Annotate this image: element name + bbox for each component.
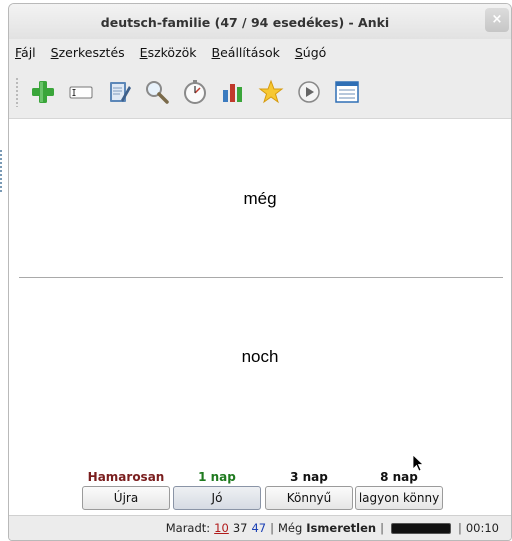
count-new: 10 bbox=[214, 521, 229, 535]
menu-edit[interactable]: Szerkesztés bbox=[51, 45, 125, 60]
card-view: még noch Hamarosan Újra 1 nap Jó 3 nap K… bbox=[9, 120, 511, 517]
easy-button[interactable]: Könnyű bbox=[265, 486, 353, 510]
answer-buttons: Hamarosan Újra 1 nap Jó 3 nap Könnyű 8 n… bbox=[79, 469, 479, 510]
play-icon bbox=[298, 80, 320, 103]
interval-easy: 3 nap bbox=[290, 470, 328, 484]
answer-good: 1 nap Jó bbox=[170, 469, 264, 510]
interval-very-easy: 8 nap bbox=[380, 470, 418, 484]
edit-current-button[interactable] bbox=[65, 76, 97, 108]
menu-help[interactable]: Súgó bbox=[295, 45, 326, 60]
card-list-icon bbox=[335, 80, 359, 103]
card-type: Ismeretlen bbox=[306, 521, 377, 535]
anki-window: deutsch-familie (47 / 94 esedékes) - Ank… bbox=[8, 3, 512, 541]
status-content: Maradt: 10 37 47 | Még Ismeretlen | | 00… bbox=[166, 521, 499, 535]
status-separator: | bbox=[457, 521, 462, 535]
timer-icon bbox=[184, 79, 206, 104]
add-button[interactable] bbox=[27, 76, 59, 108]
again-button[interactable]: Újra bbox=[82, 486, 170, 510]
menu-tools[interactable]: Eszközök bbox=[140, 45, 197, 60]
title-bar[interactable]: deutsch-familie (47 / 94 esedékes) - Ank… bbox=[9, 4, 511, 39]
answer-again: Hamarosan Újra bbox=[79, 469, 173, 510]
window-edge-decoration bbox=[0, 150, 3, 192]
menu-settings[interactable]: Beállítások bbox=[212, 45, 280, 60]
toolbar bbox=[9, 65, 511, 119]
answer-divider bbox=[19, 277, 503, 278]
card-front: még bbox=[243, 189, 277, 208]
close-button[interactable]: × bbox=[485, 8, 509, 32]
notepad-icon bbox=[110, 81, 131, 102]
search-icon bbox=[146, 80, 169, 104]
notes-button[interactable] bbox=[103, 76, 135, 108]
browse-button[interactable] bbox=[331, 76, 363, 108]
statistics-button[interactable] bbox=[217, 76, 249, 108]
answer-easy: 3 nap Könnyű bbox=[262, 469, 356, 510]
status-separator: | bbox=[380, 521, 384, 535]
timer-button[interactable] bbox=[179, 76, 211, 108]
replay-button[interactable] bbox=[293, 76, 325, 108]
answer-very-easy: 8 nap lagyon könny bbox=[352, 469, 446, 510]
very-easy-button[interactable]: lagyon könny bbox=[355, 486, 443, 510]
stats-icon bbox=[223, 83, 242, 102]
remaining-label: Maradt: bbox=[165, 521, 211, 535]
card-type-prefix: Még bbox=[277, 521, 303, 535]
progress-bar bbox=[390, 522, 451, 534]
count-learning: 37 bbox=[232, 521, 248, 535]
window-title: deutsch-familie (47 / 94 esedékes) - Ank… bbox=[100, 15, 390, 30]
elapsed-time: 00:10 bbox=[465, 521, 499, 535]
add-icon bbox=[32, 80, 54, 103]
toolbar-grip[interactable] bbox=[15, 76, 19, 107]
mark-button[interactable] bbox=[255, 76, 287, 108]
card-back: noch bbox=[241, 347, 279, 366]
menu-bar: Fájl Szerkesztés Eszközök Beállítások Sú… bbox=[9, 39, 511, 65]
count-review: 47 bbox=[251, 521, 267, 535]
menu-file[interactable]: Fájl bbox=[15, 45, 36, 60]
status-separator: | bbox=[270, 521, 274, 535]
good-button[interactable]: Jó bbox=[173, 486, 261, 510]
search-button[interactable] bbox=[141, 76, 173, 108]
edit-field-icon bbox=[69, 86, 93, 98]
interval-again: Hamarosan bbox=[87, 470, 165, 484]
status-bar: Maradt: 10 37 47 | Még Ismeretlen | | 00… bbox=[9, 515, 511, 540]
star-icon bbox=[258, 79, 284, 103]
interval-good: 1 nap bbox=[198, 470, 236, 484]
